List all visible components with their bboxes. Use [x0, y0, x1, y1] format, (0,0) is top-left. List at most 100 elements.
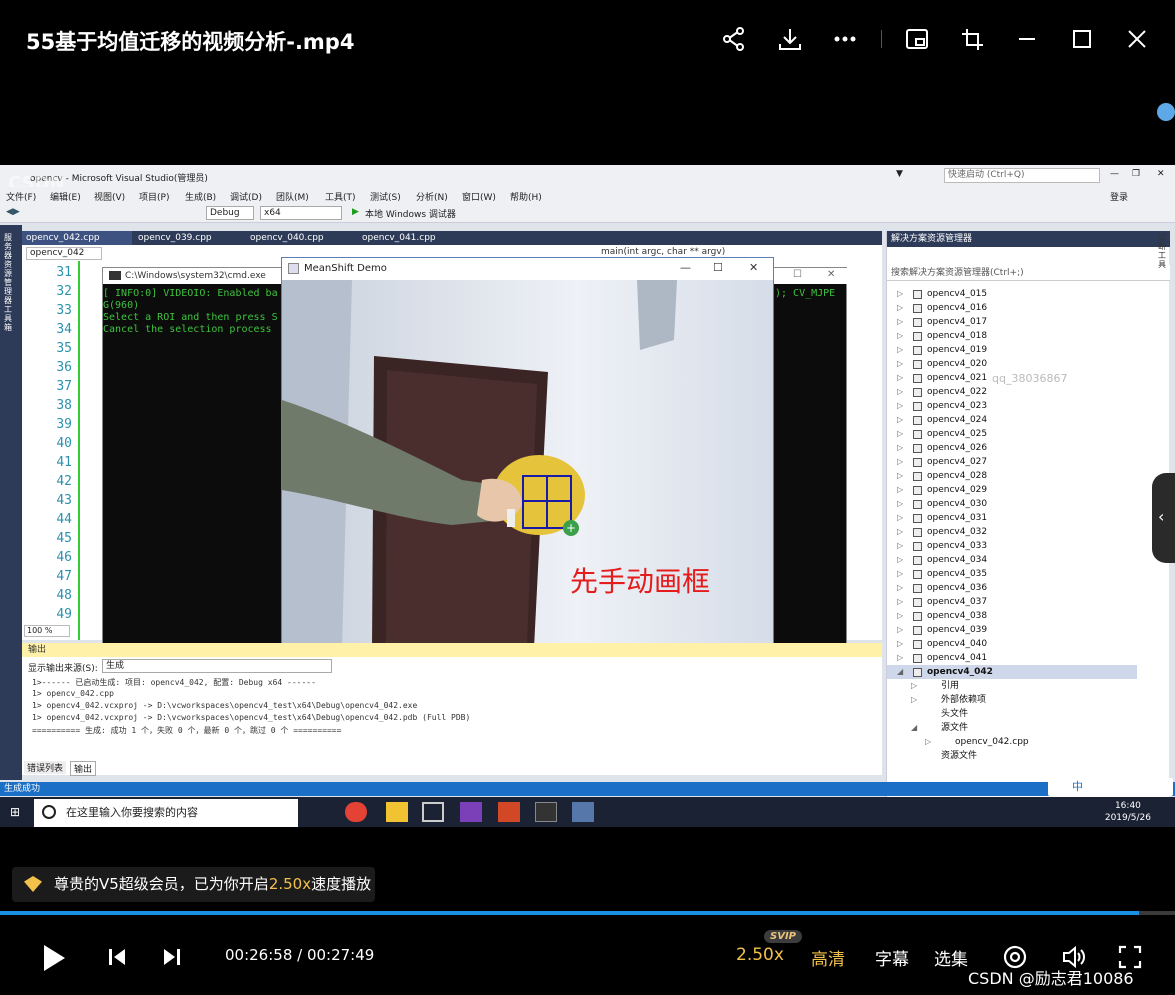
solution-item[interactable]: ▷ opencv4_033	[887, 539, 1137, 553]
platform-select[interactable]: x64	[260, 206, 342, 220]
cmd-maximize-icon[interactable]: ☐	[793, 269, 802, 280]
windows-start-icon[interactable]: ⊞	[10, 805, 20, 819]
solution-item[interactable]: ▷ opencv4_015	[887, 287, 1137, 301]
vs-close-icon[interactable]: ✕	[1157, 169, 1165, 179]
solution-item[interactable]: ▷ opencv4_038	[887, 609, 1137, 623]
meanshift-taskbar-icon[interactable]	[572, 802, 594, 822]
solution-item[interactable]: ▷ opencv4_019	[887, 343, 1137, 357]
menu-test[interactable]: 测试(S)	[370, 190, 401, 203]
solution-item[interactable]: ▷ opencv4_032	[887, 525, 1137, 539]
subtitles-button[interactable]: 字幕	[875, 945, 909, 970]
back-icon[interactable]: ◀▶	[6, 207, 20, 217]
solution-item[interactable]: ▷ opencv4_035	[887, 567, 1137, 581]
solution-item[interactable]: ▷ opencv4_036	[887, 581, 1137, 595]
solution-item[interactable]: ▷ opencv4_024	[887, 413, 1137, 427]
menu-analyze[interactable]: 分析(N)	[416, 190, 448, 203]
solution-item-selected[interactable]: ◢ opencv4_042	[887, 665, 1137, 679]
solution-search-input[interactable]: 搜索解决方案资源管理器(Ctrl+;)	[887, 265, 1170, 281]
cmd-taskbar-icon[interactable]	[535, 802, 557, 822]
vs-restore-icon[interactable]: ❐	[1132, 169, 1140, 179]
tab-opencv-039[interactable]: opencv_039.cpp	[134, 231, 242, 245]
ms-minimize-icon[interactable]: —	[680, 261, 691, 274]
solution-item[interactable]: ▷ opencv4_016	[887, 301, 1137, 315]
solution-item[interactable]: ▷ opencv4_020	[887, 357, 1137, 371]
menu-view[interactable]: 视图(V)	[94, 190, 125, 203]
play-icon[interactable]	[36, 938, 72, 978]
more-icon[interactable]	[830, 24, 860, 54]
solution-child[interactable]: ◢ 源文件	[901, 721, 1151, 735]
config-select[interactable]: Debug	[206, 206, 254, 220]
solution-item[interactable]: ▷ opencv4_022	[887, 385, 1137, 399]
episodes-button[interactable]: 选集	[934, 945, 968, 970]
vs-minimize-icon[interactable]: —	[1110, 169, 1119, 179]
ms-close-icon[interactable]: ✕	[749, 261, 758, 274]
solution-file[interactable]: ▷ opencv_042.cpp	[915, 735, 1165, 749]
ime-toolbar[interactable]: 中	[1048, 778, 1173, 796]
solution-item[interactable]: ▷ opencv4_017	[887, 315, 1137, 329]
tab-output[interactable]: 输出	[70, 761, 97, 776]
output-source-select[interactable]: 生成	[102, 659, 332, 673]
solution-item[interactable]: ▷ opencv4_034	[887, 553, 1137, 567]
solution-item[interactable]: ▷ opencv4_023	[887, 399, 1137, 413]
solution-item[interactable]: ▷ opencv4_037	[887, 595, 1137, 609]
solution-item[interactable]: ▷ opencv4_029	[887, 483, 1137, 497]
run-debugger-button[interactable]: 本地 Windows 调试器	[365, 207, 456, 220]
tab-opencv-041[interactable]: opencv_041.cpp	[358, 231, 466, 245]
solution-child[interactable]: ▷ 引用	[901, 679, 1151, 693]
video-frame[interactable]: opencv - Microsoft Visual Studio(管理员) ▼ …	[0, 165, 1175, 827]
share-icon[interactable]	[719, 24, 749, 54]
taskbar-search-input[interactable]: 在这里输入你要搜索的内容	[34, 799, 298, 827]
menu-file[interactable]: 文件(F)	[6, 190, 36, 203]
solution-child[interactable]: 头文件	[901, 707, 1151, 721]
ms-maximize-icon[interactable]: ☐	[713, 261, 723, 274]
side-collapse-button[interactable]: ‹	[1152, 473, 1175, 563]
cmd-close-icon[interactable]: ✕	[827, 269, 835, 280]
menu-edit[interactable]: 编辑(E)	[50, 190, 81, 203]
menu-help[interactable]: 帮助(H)	[510, 190, 542, 203]
menu-build[interactable]: 生成(B)	[185, 190, 216, 203]
download-icon[interactable]	[775, 24, 805, 54]
diagnostics-side-tab[interactable]: 诊断工具	[1158, 233, 1172, 269]
crop-icon[interactable]	[957, 24, 987, 54]
solution-item[interactable]: ▷ opencv4_031	[887, 511, 1137, 525]
solution-child[interactable]: ▷ 外部依赖项	[901, 693, 1151, 707]
solution-item[interactable]: ▷ opencv4_041	[887, 651, 1137, 665]
tab-opencv-042[interactable]: opencv_042.cpp	[22, 231, 132, 245]
solution-item[interactable]: ▷ opencv4_025	[887, 427, 1137, 441]
quality-button[interactable]: 高清	[811, 945, 845, 970]
next-icon[interactable]	[159, 944, 185, 970]
taskbar-clock[interactable]: 16:40 2019/5/26	[1105, 800, 1151, 824]
speed-button[interactable]: 2.50x	[736, 945, 784, 965]
filter-icon[interactable]: ▼	[896, 169, 903, 179]
solution-item[interactable]: ▷ opencv4_026	[887, 441, 1137, 455]
zoom-select[interactable]: 100 %	[24, 625, 70, 637]
chrome-icon[interactable]	[345, 802, 367, 822]
tab-error-list[interactable]: 错误列表	[24, 761, 67, 774]
quick-launch-input[interactable]: 快速启动 (Ctrl+Q)	[944, 168, 1100, 183]
close-icon[interactable]	[1122, 24, 1152, 54]
solution-item[interactable]: ▷ opencv4_028	[887, 469, 1137, 483]
solution-item[interactable]: ▷ opencv4_018	[887, 329, 1137, 343]
menu-window[interactable]: 窗口(W)	[462, 190, 496, 203]
explorer-icon[interactable]	[386, 802, 408, 822]
visual-studio-icon[interactable]	[460, 802, 482, 822]
pip-icon[interactable]	[902, 24, 932, 54]
prev-icon[interactable]	[104, 944, 130, 970]
menu-team[interactable]: 团队(M)	[276, 190, 309, 203]
solution-item[interactable]: ▷ opencv4_030	[887, 497, 1137, 511]
calendar-icon[interactable]	[422, 802, 444, 822]
floating-ball-icon[interactable]	[1157, 103, 1175, 121]
powerpoint-icon[interactable]	[498, 802, 520, 822]
tab-opencv-040[interactable]: opencv_040.cpp	[246, 231, 354, 245]
solution-child[interactable]: 资源文件	[901, 749, 1151, 763]
menu-debug[interactable]: 调试(D)	[230, 190, 262, 203]
menu-project[interactable]: 项目(P)	[139, 190, 169, 203]
menu-tools[interactable]: 工具(T)	[325, 190, 356, 203]
maximize-icon[interactable]	[1067, 24, 1097, 54]
progress-bar[interactable]	[0, 911, 1175, 915]
scope-select[interactable]: opencv_042	[26, 247, 102, 260]
run-icon[interactable]: ▶	[352, 207, 359, 217]
minimize-icon[interactable]	[1012, 24, 1042, 54]
login-link[interactable]: 登录	[1110, 190, 1128, 203]
drag-handle-icon[interactable]: +	[563, 520, 579, 536]
